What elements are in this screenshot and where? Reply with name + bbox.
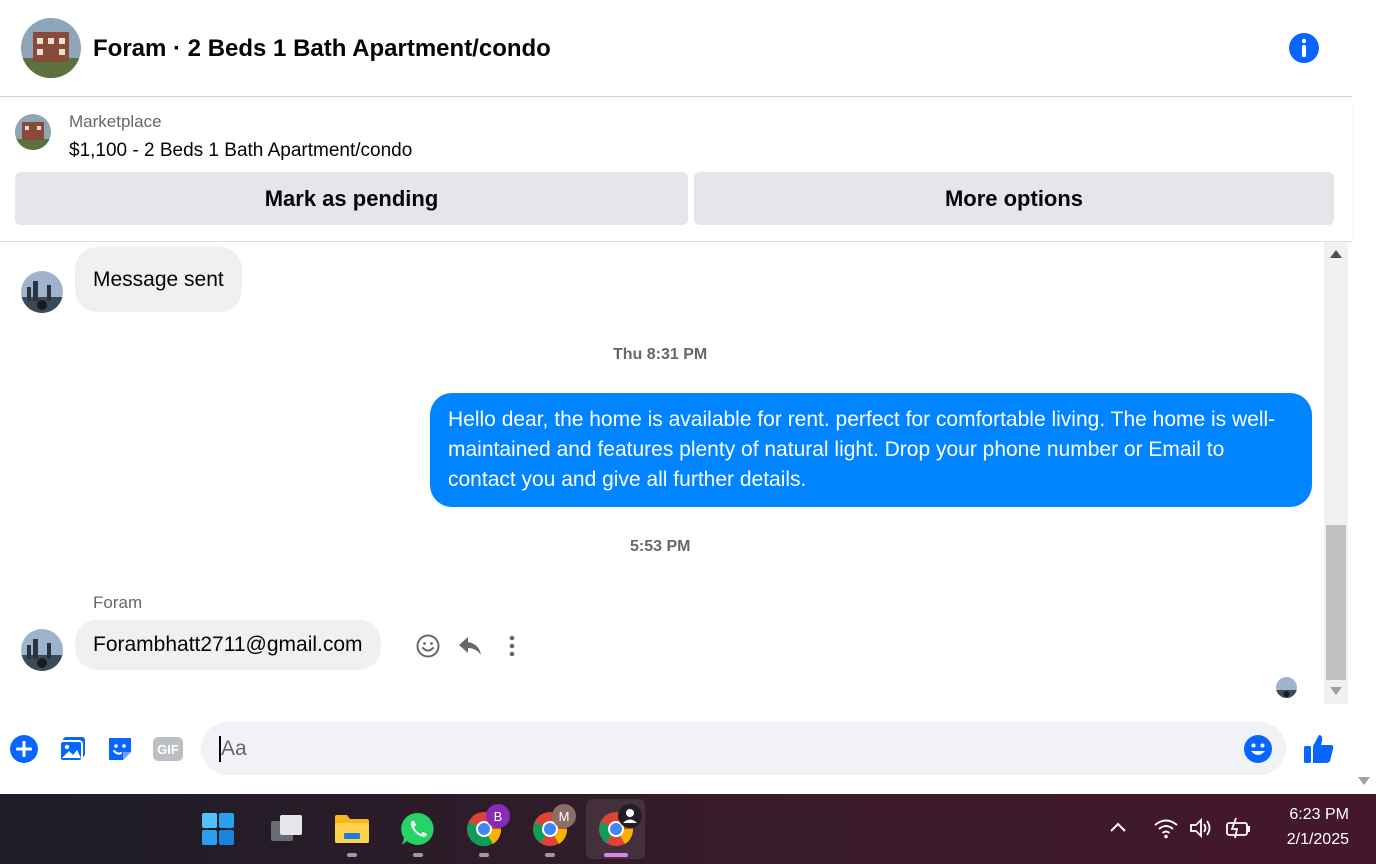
task-view-icon[interactable] — [264, 807, 308, 851]
running-indicator — [545, 853, 555, 857]
contact-avatar[interactable] — [21, 629, 63, 671]
incoming-message[interactable]: Forambhatt2711@gmail.com — [75, 620, 381, 670]
profile-badge-b: B — [486, 804, 510, 828]
clock-time[interactable]: 6:23 PM — [1268, 806, 1349, 824]
volume-icon[interactable] — [1188, 816, 1214, 840]
outgoing-message[interactable]: Hello dear, the home is available for re… — [430, 393, 1312, 507]
chevron-up-icon[interactable] — [1108, 818, 1128, 838]
mark-as-pending-button[interactable]: Mark as pending — [15, 172, 688, 225]
wifi-icon[interactable] — [1153, 816, 1179, 840]
message-input-placeholder: Aa — [221, 737, 247, 760]
page-scroll-down-icon[interactable] — [1358, 777, 1370, 785]
reply-icon[interactable] — [457, 633, 483, 659]
listing-thumbnail[interactable] — [15, 114, 51, 150]
listing-avatar[interactable] — [21, 18, 81, 78]
running-indicator — [413, 853, 423, 857]
running-indicator — [479, 853, 489, 857]
incoming-message[interactable]: Message sent — [75, 247, 242, 312]
clock-date[interactable]: 2/1/2025 — [1268, 831, 1349, 849]
profile-badge-m: M — [552, 804, 576, 828]
emoji-icon[interactable] — [1243, 734, 1273, 764]
info-icon[interactable] — [1288, 32, 1320, 64]
photo-icon[interactable] — [58, 734, 88, 764]
gif-icon[interactable]: GIF — [152, 736, 184, 762]
windows-taskbar: B M 6:23 PM 2/1/2025 — [0, 794, 1376, 864]
scrollbar-thumb[interactable] — [1326, 525, 1346, 680]
add-plus-icon[interactable] — [9, 734, 39, 764]
sender-name: Foram — [93, 593, 143, 612]
seen-receipt-avatar — [1276, 677, 1297, 698]
message-composer: GIF Aa — [0, 704, 1352, 794]
more-actions-icon[interactable] — [499, 633, 525, 659]
like-thumbs-up-icon[interactable] — [1302, 732, 1336, 766]
battery-charging-icon[interactable] — [1224, 816, 1252, 840]
timestamp: 5:53 PM — [630, 538, 691, 555]
marketplace-listing-panel: Marketplace $1,100 - 2 Beds 1 Bath Apart… — [0, 97, 1352, 242]
message-thread: Message sent Thu 8:31 PM Hello dear, the… — [0, 242, 1324, 704]
listing-price-title[interactable]: $1,100 - 2 Beds 1 Bath Apartment/condo — [69, 140, 412, 162]
message-input[interactable]: Aa — [201, 722, 1286, 775]
more-options-button[interactable]: More options — [694, 172, 1334, 225]
active-indicator — [604, 853, 628, 857]
running-indicator — [347, 853, 357, 857]
conversation-title: Foram · 2 Beds 1 Bath Apartment/condo — [93, 35, 551, 62]
whatsapp-icon[interactable] — [396, 807, 440, 851]
message-text: Forambhatt2711@gmail.com — [93, 633, 363, 656]
react-emoji-icon[interactable] — [415, 633, 441, 659]
profile-person-icon — [618, 804, 642, 828]
file-explorer-icon[interactable] — [330, 807, 374, 851]
timestamp: Thu 8:31 PM — [613, 346, 708, 363]
conversation-header: Foram · 2 Beds 1 Bath Apartment/condo — [0, 0, 1352, 97]
sticker-icon[interactable] — [105, 734, 135, 764]
marketplace-label: Marketplace — [69, 112, 162, 131]
message-text: Hello dear, the home is available for re… — [448, 408, 1276, 491]
svg-text:GIF: GIF — [157, 742, 179, 757]
contact-avatar[interactable] — [21, 271, 63, 313]
message-text: Message sent — [93, 267, 224, 291]
windows-start-icon[interactable] — [196, 807, 240, 851]
scroll-down-icon[interactable] — [1330, 687, 1342, 695]
scroll-up-icon[interactable] — [1330, 250, 1342, 258]
